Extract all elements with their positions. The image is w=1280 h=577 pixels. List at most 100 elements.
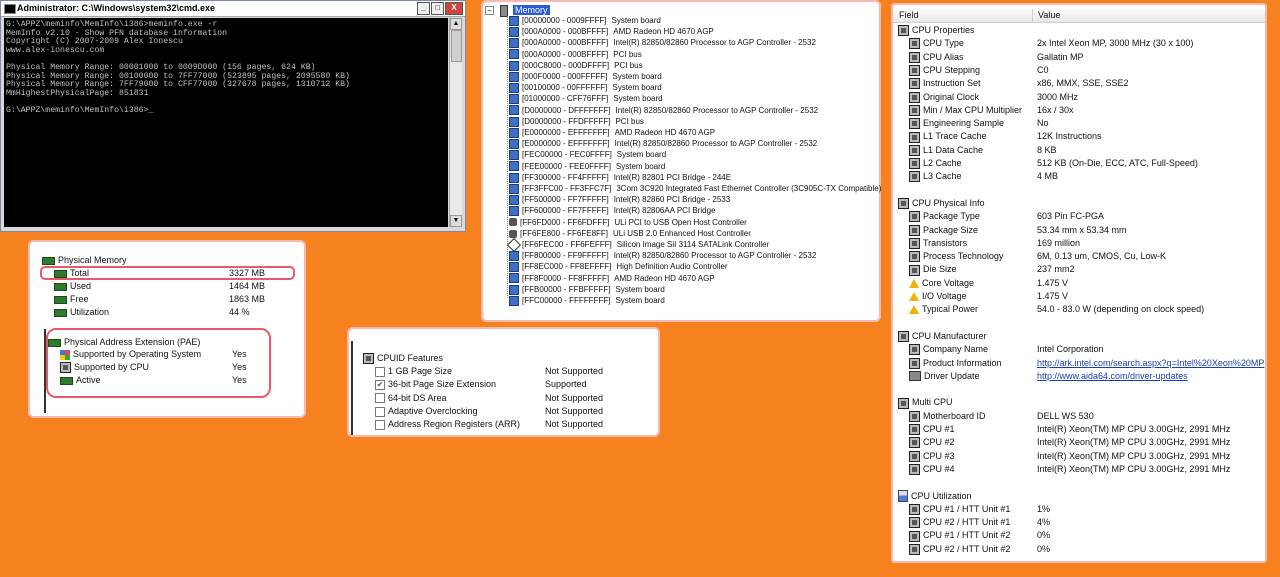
cpu-field-row[interactable]: CPU #2 Intel(R) Xeon(TM) MP CPU 3.00GHz, … — [909, 436, 1264, 449]
cpu-field-row[interactable]: Instruction Set x86, MMX, SSE, SSE2 — [909, 77, 1264, 90]
memory-tree-item[interactable]: [E0000000 - EFFFFFFF] AMD Radeon HD 4670 … — [509, 127, 715, 138]
memory-tree-item[interactable]: [FF3FFC00 - FF3FFC7F] 3Com 3C920 Integrat… — [509, 183, 881, 194]
cpu-field-row[interactable]: Core Voltage 1.475 V — [909, 277, 1264, 290]
cpu-field-row[interactable]: Die Size 237 mm2 — [909, 263, 1264, 276]
cpu-field-row[interactable]: Package Type 603 Pin FC-PGA — [909, 210, 1264, 223]
cpu-field-row[interactable]: Transistors 169 million — [909, 237, 1264, 250]
column-divider[interactable] — [1032, 9, 1033, 22]
cpu-field-row[interactable]: Typical Power 54.0 - 83.0 W (depending on… — [909, 303, 1264, 316]
cpu-field-row[interactable]: L1 Data Cache 8 KB — [909, 144, 1264, 157]
memory-tree-item[interactable]: [FF8F0000 - FF8FFFFF] AMD Radeon HD 4670 … — [509, 273, 715, 284]
cpu-field-row[interactable]: CPU #2 / HTT Unit #2 0% — [909, 543, 1264, 556]
checkbox-icon[interactable] — [375, 419, 385, 430]
cpu-field-row[interactable]: L3 Cache 4 MB — [909, 170, 1264, 183]
section-multi-cpu[interactable]: Multi CPU — [898, 396, 953, 409]
scroll-down-icon[interactable]: ▼ — [450, 215, 462, 227]
section-cpu-properties[interactable]: CPU Properties — [898, 24, 975, 37]
memory-tree-item[interactable]: [00000000 - 0009FFFF] System board — [509, 15, 661, 26]
memory-row-free[interactable]: Free 1863 MB — [54, 293, 294, 306]
memory-tree-item[interactable]: [FFC00000 - FFFFFFFF] System board — [509, 295, 665, 306]
memory-root-label[interactable]: Memory — [513, 5, 550, 15]
memory-row-utilization[interactable]: Utilization 44 % — [54, 306, 294, 319]
checkbox-checked-icon[interactable]: ✔ — [375, 379, 385, 390]
cpuid-row[interactable]: Adaptive Overclocking Not Supported — [375, 405, 645, 418]
cpu-field-row[interactable]: CPU #3 Intel(R) Xeon(TM) MP CPU 3.00GHz, … — [909, 450, 1264, 463]
chip-icon — [909, 251, 920, 263]
memory-tree-item[interactable]: [FF6FEC00 - FF6FEFFF] Silicon Image SiI 3… — [506, 237, 769, 252]
cpu-field-link[interactable]: http://www.aida64.com/driver-updates — [1037, 370, 1188, 383]
minimize-button[interactable]: _ — [417, 2, 430, 15]
cpu-field-row[interactable]: CPU #2 / HTT Unit #1 4% — [909, 516, 1264, 529]
cpu-field-row[interactable]: Package Size 53.34 mm x 53.34 mm — [909, 224, 1264, 237]
memory-tree-item[interactable]: [FF6FD000 - FF6FDFFF] ULi PCI to USB Open… — [509, 217, 747, 228]
cpu-field-row[interactable]: Min / Max CPU Multiplier 16x / 30x — [909, 104, 1264, 117]
section-title: CPU Properties — [912, 25, 975, 35]
cpu-field-row[interactable]: Motherboard ID DELL WS 530 — [909, 410, 1264, 423]
memory-tree-item[interactable]: [FF800000 - FF9FFFFF] Intel(R) 82850/8286… — [509, 250, 816, 262]
column-field[interactable]: Field — [899, 10, 919, 20]
section-cpu-physical-info[interactable]: CPU Physical Info — [898, 197, 985, 210]
cpu-field-row[interactable]: CPU #4 Intel(R) Xeon(TM) MP CPU 3.00GHz, … — [909, 463, 1264, 476]
cpu-field-row[interactable]: Original Clock 3000 MHz — [909, 91, 1264, 104]
cpu-field-row[interactable]: CPU #1 / HTT Unit #1 1% — [909, 503, 1264, 516]
pae-row[interactable]: Active Yes — [60, 374, 260, 387]
memory-tree-item[interactable]: [FEC00000 - FEC0FFFF] System board — [509, 149, 666, 161]
memory-tree-item[interactable]: [FFB00000 - FFBFFFFF] System board — [509, 284, 665, 295]
memory-tree-item[interactable]: [E0000000 - EFFFFFFF] Intel(R) 82850/8286… — [509, 138, 817, 150]
memory-tree-item[interactable]: [000A0000 - 000BFFFF] AMD Radeon HD 4670 … — [509, 26, 714, 38]
cpu-field-row[interactable]: I/O Voltage 1.475 V — [909, 290, 1264, 303]
cpu-field-row[interactable]: L1 Trace Cache 12K Instructions — [909, 130, 1264, 143]
scroll-up-icon[interactable]: ▲ — [450, 18, 462, 30]
maximize-button[interactable]: □ — [431, 2, 444, 15]
memory-tree-item[interactable]: [01000000 - CFF76FFF] System board — [509, 93, 663, 105]
console-output[interactable]: G:\APPZ\meminfo\MemInfo\i386>meminfo.exe… — [4, 18, 448, 227]
memory-tree-item[interactable]: [D0000000 - DFFFFFFF] Intel(R) 82850/8286… — [509, 105, 818, 116]
checkbox-icon[interactable] — [375, 406, 385, 417]
cpu-field-row[interactable]: Company Name Intel Corporation — [909, 343, 1264, 356]
cpu-field-row[interactable]: L2 Cache 512 KB (On-Die, ECC, ATC, Full-S… — [909, 157, 1264, 170]
cpu-field-row[interactable]: CPU Stepping C0 — [909, 64, 1264, 77]
cpu-field-row[interactable]: Engineering Sample No — [909, 117, 1264, 130]
memory-tree-item[interactable]: [00100000 - 00FFFFFF] System board — [509, 82, 662, 94]
cpu-field-row[interactable]: CPU Type 2x Intel Xeon MP, 3000 MHz (30 x… — [909, 37, 1264, 50]
memory-row-used[interactable]: Used 1464 MB — [54, 280, 294, 293]
memory-tree-item[interactable]: [FF500000 - FF7FFFFF] Intel(R) 82860 PCI … — [509, 194, 730, 206]
memory-row-label: Used — [70, 281, 92, 291]
cpu-field-row[interactable]: CPU Alias Gallatin MP — [909, 51, 1264, 64]
memory-tree-item[interactable]: [FF6FE800 - FF6FE8FF] ULi USB 2.0 Enhance… — [509, 228, 751, 239]
memory-tree-item[interactable]: [000A0000 - 000BFFFF] PCI bus — [509, 49, 642, 60]
cpu-field-row[interactable]: CPU #1 / HTT Unit #2 0% — [909, 529, 1264, 542]
cpu-field-row[interactable]: Product Information http://ark.intel.com/… — [909, 357, 1264, 370]
memory-tree-panel: − Memory [00000000 - 0009FFFF] System boa… — [481, 0, 881, 322]
collapse-icon[interactable]: − — [485, 6, 494, 16]
memory-tree-item[interactable]: [000A0000 - 000BFFFF] Intel(R) 82850/8286… — [509, 37, 816, 49]
pae-row[interactable]: Supported by CPU Yes — [60, 361, 260, 374]
cpuid-row[interactable]: 64-bit DS Area Not Supported — [375, 392, 645, 405]
cpu-field-label: Driver Update — [924, 370, 980, 381]
cpuid-row[interactable]: 1 GB Page Size Not Supported — [375, 365, 645, 378]
memory-tree-item[interactable]: [000C8000 - 000DFFFF] PCI bus — [509, 60, 643, 71]
section-cpu-utilization[interactable]: CPU Utilization — [898, 490, 972, 503]
cpu-field-row[interactable]: Process Technology 6M, 0.13 um, CMOS, Cu,… — [909, 250, 1264, 263]
memory-tree-item[interactable]: [D0000000 - FFDFFFFF] PCI bus — [509, 116, 644, 127]
section-cpu-manufacturer[interactable]: CPU Manufacturer — [898, 330, 987, 343]
cmd-titlebar[interactable]: Administrator: C:\Windows\system32\cmd.e… — [1, 1, 465, 17]
memory-tree-item[interactable]: [FEE00000 - FEE0FFFF] System board — [509, 161, 665, 172]
cpu-field-label: I/O Voltage — [922, 291, 967, 301]
cpu-field-row[interactable]: CPU #1 Intel(R) Xeon(TM) MP CPU 3.00GHz, … — [909, 423, 1264, 436]
checkbox-icon[interactable] — [375, 393, 385, 404]
cpuid-row[interactable]: Address Region Registers (ARR) Not Suppor… — [375, 418, 645, 431]
cpuid-row[interactable]: ✔ 36-bit Page Size Extension Supported — [375, 378, 645, 391]
console-scrollbar[interactable]: ▲ ▼ — [449, 18, 462, 227]
memory-tree-item[interactable]: [FF8EC000 - FF8EFFFF] High Definition Aud… — [509, 261, 728, 273]
cpu-field-row[interactable]: Driver Update http://www.aida64.com/drive… — [909, 370, 1264, 383]
scroll-thumb[interactable] — [451, 30, 462, 62]
cpu-field-link[interactable]: http://ark.intel.com/search.aspx?q=Intel… — [1037, 357, 1264, 370]
pae-row[interactable]: Supported by Operating System Yes — [60, 348, 260, 361]
memory-tree-item[interactable]: [FF600000 - FF7FFFFF] Intel(R) 82806AA PC… — [509, 205, 716, 217]
memory-tree-item[interactable]: [000F0000 - 000FFFFF] System board — [509, 71, 662, 82]
column-value[interactable]: Value — [1038, 10, 1060, 20]
checkbox-icon[interactable] — [375, 366, 385, 377]
close-button[interactable]: X — [445, 2, 463, 15]
memory-tree-item[interactable]: [FF300000 - FF4FFFFF] Intel(R) 82801 PCI … — [509, 172, 731, 183]
